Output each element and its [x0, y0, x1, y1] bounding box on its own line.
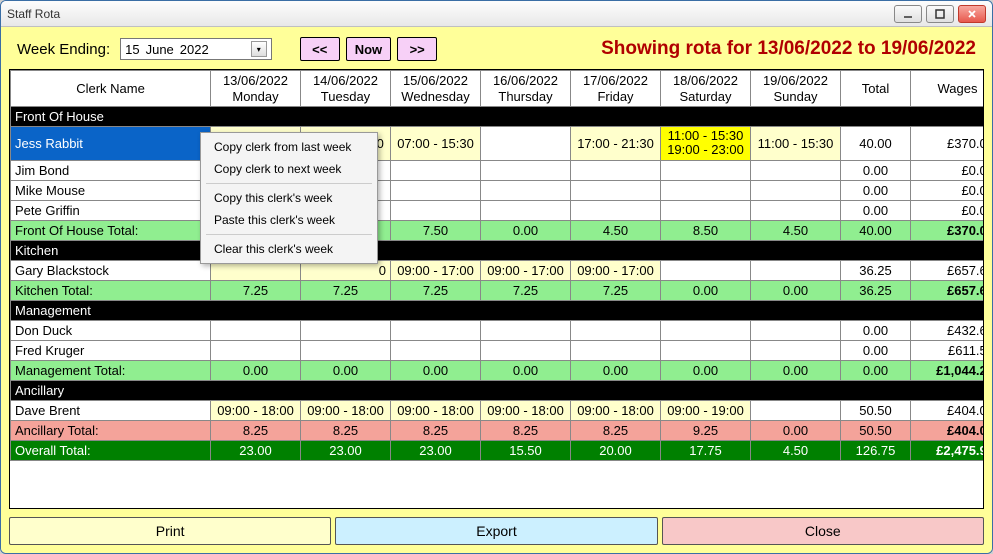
- toolbar: Week Ending: 15 June 2022 ▾ << Now >> Sh…: [9, 35, 984, 69]
- close-icon: [967, 9, 977, 19]
- wages-cell: £370.00: [911, 127, 985, 161]
- date-day: 15: [125, 42, 139, 57]
- week-ending-date-picker[interactable]: 15 June 2022 ▾: [120, 38, 272, 60]
- overall-total: Overall Total: 23.00 23.00 23.00 15.50 2…: [11, 440, 985, 460]
- window-controls: [894, 5, 986, 23]
- col-friday[interactable]: 17/06/2022Friday: [571, 71, 661, 107]
- subtotal-kitchen: Kitchen Total: 7.25 7.25 7.25 7.25 7.25 …: [11, 280, 985, 300]
- ctx-paste-this-week[interactable]: Paste this clerk's week: [204, 209, 374, 231]
- close-window-button[interactable]: [958, 5, 986, 23]
- subtotal-front-of-house: Front Of House Total: 7.50 0.00 4.50 8.5…: [11, 220, 985, 240]
- row-mike-mouse[interactable]: Mike Mouse 0.00 £0.00: [11, 180, 985, 200]
- col-tuesday[interactable]: 14/06/2022Tuesday: [301, 71, 391, 107]
- row-dave-brent[interactable]: Dave Brent 09:00 - 18:00 09:00 - 18:00 0…: [11, 400, 985, 420]
- section-ancillary: Ancillary: [11, 380, 985, 400]
- col-clerk-name[interactable]: Clerk Name: [11, 71, 211, 107]
- col-monday[interactable]: 13/06/2022Monday: [211, 71, 301, 107]
- rota-table: Clerk Name 13/06/2022Monday 14/06/2022Tu…: [10, 70, 984, 461]
- clerk-name[interactable]: Jim Bond: [11, 160, 211, 180]
- shift-cell[interactable]: 17:00 - 21:30: [571, 127, 661, 161]
- week-ending-label: Week Ending:: [17, 41, 110, 58]
- subtotal-ancillary: Ancillary Total: 8.25 8.25 8.25 8.25 8.2…: [11, 420, 985, 440]
- prev-week-button[interactable]: <<: [300, 37, 340, 61]
- total-cell: 40.00: [841, 127, 911, 161]
- close-button[interactable]: Close: [662, 517, 984, 545]
- rota-table-container: Clerk Name 13/06/2022Monday 14/06/2022Tu…: [9, 69, 984, 509]
- maximize-button[interactable]: [926, 5, 954, 23]
- next-week-button[interactable]: >>: [397, 37, 437, 61]
- date-month: June: [146, 42, 174, 57]
- print-button[interactable]: Print: [9, 517, 331, 545]
- titlebar: Staff Rota: [1, 1, 992, 27]
- shift-cell[interactable]: [481, 127, 571, 161]
- client-area: Week Ending: 15 June 2022 ▾ << Now >> Sh…: [1, 27, 992, 553]
- nav-buttons: << Now >>: [300, 37, 437, 61]
- subtotal-management: Management Total: 0.00 0.00 0.00 0.00 0.…: [11, 360, 985, 380]
- col-saturday[interactable]: 18/06/2022Saturday: [661, 71, 751, 107]
- col-wednesday[interactable]: 15/06/2022Wednesday: [391, 71, 481, 107]
- section-front-of-house: Front Of House: [11, 107, 985, 127]
- minimize-icon: [903, 9, 913, 19]
- ctx-copy-from-last-week[interactable]: Copy clerk from last week: [204, 136, 374, 158]
- shift-cell-double[interactable]: 11:00 - 15:3019:00 - 23:00: [661, 127, 751, 161]
- bottom-buttons: Print Export Close: [9, 509, 984, 545]
- date-year: 2022: [180, 42, 209, 57]
- row-gary-blackstock[interactable]: Gary Blackstock 0 09:00 - 17:00 09:00 - …: [11, 260, 985, 280]
- section-management: Management: [11, 300, 985, 320]
- section-kitchen: Kitchen: [11, 240, 985, 260]
- col-wages[interactable]: Wages: [911, 71, 985, 107]
- window-title: Staff Rota: [7, 7, 894, 21]
- row-don-duck[interactable]: Don Duck 0.00 £432.69: [11, 320, 985, 340]
- clerk-name[interactable]: Jess Rabbit: [11, 127, 211, 161]
- maximize-icon: [935, 9, 945, 19]
- app-window: Staff Rota Week Ending: 15 June 2022 ▾: [0, 0, 993, 554]
- ctx-copy-this-week[interactable]: Copy this clerk's week: [204, 187, 374, 209]
- col-total[interactable]: Total: [841, 71, 911, 107]
- export-button[interactable]: Export: [335, 517, 657, 545]
- minimize-button[interactable]: [894, 5, 922, 23]
- calendar-dropdown-icon[interactable]: ▾: [251, 41, 267, 57]
- table-header-row: Clerk Name 13/06/2022Monday 14/06/2022Tu…: [11, 71, 985, 107]
- shift-cell[interactable]: 07:00 - 15:30: [391, 127, 481, 161]
- context-menu: Copy clerk from last week Copy clerk to …: [200, 132, 378, 264]
- row-fred-kruger[interactable]: Fred Kruger 0.00 £611.54: [11, 340, 985, 360]
- now-button[interactable]: Now: [346, 37, 391, 61]
- menu-separator: [206, 183, 372, 184]
- col-sunday[interactable]: 19/06/2022Sunday: [751, 71, 841, 107]
- showing-range: Showing rota for 13/06/2022 to 19/06/202…: [601, 38, 976, 60]
- row-pete-griffin[interactable]: Pete Griffin 0.00 £0.00: [11, 200, 985, 220]
- row-jim-bond[interactable]: Jim Bond 0.00 £0.00: [11, 160, 985, 180]
- row-jess-rabbit[interactable]: Jess Rabbit 07:00 - 15:30 15:00 - 23:30 …: [11, 127, 985, 161]
- ctx-clear-this-week[interactable]: Clear this clerk's week: [204, 238, 374, 260]
- ctx-copy-to-next-week[interactable]: Copy clerk to next week: [204, 158, 374, 180]
- col-thursday[interactable]: 16/06/2022Thursday: [481, 71, 571, 107]
- menu-separator: [206, 234, 372, 235]
- shift-cell[interactable]: 11:00 - 15:30: [751, 127, 841, 161]
